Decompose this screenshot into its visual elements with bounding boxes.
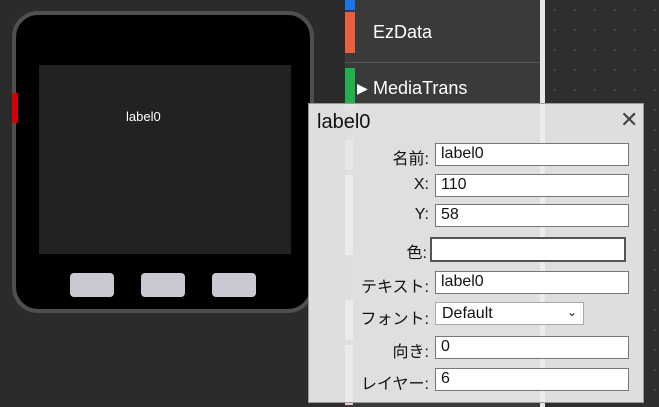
hardware-button-c[interactable] [212,273,256,297]
device-side-button[interactable] [12,93,18,123]
category-color-strip [345,12,355,53]
direction-field[interactable]: 0 [435,336,629,359]
category-divider [345,62,540,63]
category-color-strip [345,68,355,108]
y-field[interactable]: 58 [435,204,629,227]
category-mediatrans[interactable]: MediaTrans [373,78,467,99]
label-properties-dialog: label0 ✕ 名前: label0 X: 110 Y: 58 色: テキスト… [308,103,644,403]
text-label: テキスト: [361,279,429,296]
expand-arrow-icon[interactable]: ▶ [357,80,368,97]
chevron-down-icon: ⌄ [566,305,577,319]
hardware-button-a[interactable] [70,273,114,297]
layer-label: レイヤー: [361,376,429,393]
x-label: X: [413,176,429,193]
x-field[interactable]: 110 [435,174,629,197]
hardware-button-b[interactable] [141,273,185,297]
color-label: 色: [406,245,427,262]
close-icon[interactable]: ✕ [620,107,638,133]
screen-label[interactable]: label0 [126,109,161,124]
text-field[interactable]: label0 [435,271,629,294]
y-label: Y: [414,206,429,223]
dialog-title: label0 [317,111,371,133]
name-label: 名前: [392,151,429,168]
category-color-strip [345,0,355,10]
font-label: フォント: [360,311,429,328]
name-field[interactable]: label0 [435,143,629,166]
font-select-value: Default [442,305,493,322]
font-select[interactable]: Default ⌄ [435,302,584,325]
color-picker-field[interactable] [430,237,626,262]
category-ezdata[interactable]: EzData [373,22,432,43]
direction-label: 向き: [392,344,429,361]
layer-field[interactable]: 6 [435,368,629,391]
device-screen[interactable] [39,65,291,254]
